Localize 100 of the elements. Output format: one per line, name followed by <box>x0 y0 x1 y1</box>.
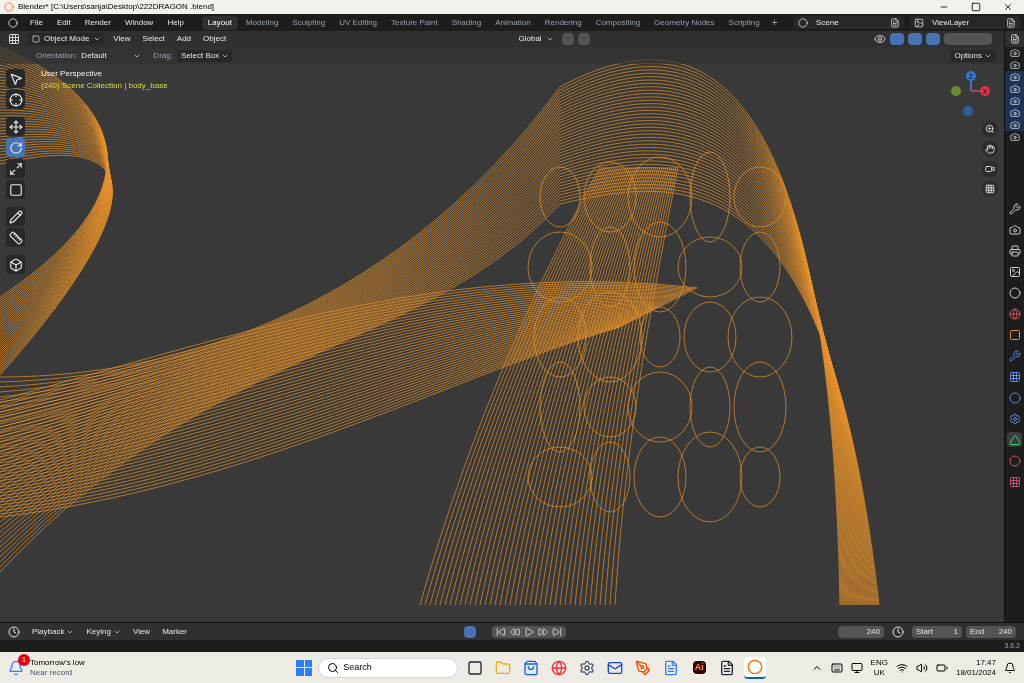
menu-item[interactable]: Window <box>118 16 160 29</box>
notification-badge: 1 <box>18 653 30 666</box>
wifi-icon[interactable] <box>895 661 908 674</box>
chevron-down-icon <box>93 35 102 43</box>
menu-item[interactable]: Edit <box>50 16 77 29</box>
mode-dropdown[interactable]: Object Mode <box>28 33 106 45</box>
jump-start-icon[interactable] <box>495 626 506 637</box>
clock-date[interactable]: 18/01/2024 <box>955 667 996 678</box>
properties-tab[interactable] <box>1007 285 1022 300</box>
language-label[interactable]: ENG <box>870 657 888 668</box>
fast-forward-icon[interactable] <box>537 626 548 637</box>
timeline-menu-item[interactable]: Marker <box>158 625 192 638</box>
tool-button[interactable] <box>6 180 25 199</box>
drag-label: Drag: <box>153 49 173 62</box>
workspace-tab[interactable]: Shading <box>445 15 488 30</box>
orientation-dropdown[interactable]: Default <box>81 49 142 62</box>
clock-time[interactable]: 17:47 <box>975 657 996 668</box>
battery-icon[interactable] <box>935 661 948 674</box>
tool-button[interactable] <box>6 207 25 226</box>
record-icon[interactable] <box>463 625 476 638</box>
tool-button[interactable] <box>6 117 25 136</box>
rotate-icon <box>8 140 23 155</box>
zoom-button[interactable] <box>982 121 998 137</box>
volume-icon[interactable] <box>915 661 928 674</box>
add-workspace-button[interactable]: + <box>767 15 782 30</box>
visibility-icon[interactable] <box>874 33 886 45</box>
properties-tab[interactable] <box>1007 327 1022 342</box>
header-menu-item[interactable]: Add <box>172 33 196 45</box>
menu-item[interactable]: Help <box>161 16 190 29</box>
tool-button[interactable] <box>6 159 25 178</box>
tool-button[interactable] <box>6 69 25 88</box>
properties-tab[interactable] <box>1007 432 1022 447</box>
new-scene-icon[interactable] <box>890 17 900 28</box>
taskbar-search-field[interactable]: Search <box>318 657 459 678</box>
end-frame-field[interactable]: End 240 <box>966 625 1016 638</box>
tool-button[interactable] <box>6 90 25 109</box>
taskbar-app-button[interactable] <box>744 656 767 679</box>
wrench-icon <box>1008 349 1021 362</box>
timeline-menu-item[interactable]: View <box>128 625 155 638</box>
circle-icon <box>1008 391 1021 404</box>
move-arrows-icon <box>8 119 23 134</box>
keyboard-icon[interactable] <box>830 661 843 674</box>
properties-tab[interactable] <box>1007 201 1022 216</box>
tool-button[interactable] <box>6 255 25 274</box>
camera-icon <box>1009 120 1020 130</box>
grid-icon <box>1008 475 1021 488</box>
display-icon[interactable] <box>850 661 863 674</box>
new-layer-icon[interactable] <box>1006 17 1016 28</box>
properties-tab[interactable] <box>1007 369 1022 384</box>
notifications-icon[interactable] <box>1004 661 1016 674</box>
options-dropdown[interactable]: Options <box>950 49 996 62</box>
menu-item[interactable]: Render <box>78 16 117 29</box>
transform-orientation-dropdown[interactable]: Global <box>514 33 558 45</box>
view-layer-icon <box>914 17 924 28</box>
workspace-tab[interactable]: Rendering <box>538 15 588 30</box>
workspace-tab[interactable]: Texture Paint <box>385 15 444 30</box>
camera-view-button[interactable] <box>982 161 998 177</box>
properties-tab[interactable] <box>1007 264 1022 279</box>
wrench-icon <box>1008 202 1021 215</box>
properties-tab[interactable] <box>1007 243 1022 258</box>
drag-dropdown[interactable]: Select Box <box>176 49 234 62</box>
workspace-tab[interactable]: UV Editing <box>333 15 384 30</box>
scale-arrows-icon <box>8 161 23 176</box>
scene-field[interactable]: Scene <box>794 16 904 29</box>
perspective-button[interactable] <box>982 181 998 197</box>
outliner-row[interactable] <box>1005 71 1024 83</box>
outliner-row[interactable] <box>1005 107 1024 119</box>
workspace-tab[interactable]: Compositing <box>589 15 647 30</box>
timeline-menu-item[interactable]: Playback <box>28 625 79 638</box>
outliner-row[interactable] <box>1005 83 1024 95</box>
current-frame-field[interactable]: 240 <box>838 625 884 638</box>
document-icon <box>663 659 680 676</box>
menu-item[interactable]: File <box>24 16 49 29</box>
outliner-row[interactable] <box>1005 95 1024 107</box>
workspace-tab[interactable]: Geometry Nodes <box>648 15 721 30</box>
start-menu-icon[interactable] <box>296 659 313 676</box>
workspace-tab[interactable]: Scripting <box>722 15 766 30</box>
workspace-tab[interactable]: Animation <box>489 15 537 30</box>
header-menu-item[interactable]: Select <box>138 33 169 45</box>
header-menu-item[interactable]: Object <box>199 33 231 45</box>
circle-icon <box>1008 454 1021 467</box>
region-label[interactable]: UK <box>873 667 885 678</box>
workspace-tab[interactable]: Modeling <box>239 15 285 30</box>
properties-tab[interactable] <box>1007 222 1022 237</box>
timeline-menu-item[interactable]: Keying <box>82 625 125 638</box>
outliner-row[interactable] <box>1005 119 1024 131</box>
header-menu-item[interactable]: View <box>109 33 135 45</box>
workspace-tab[interactable]: Layout <box>201 15 238 30</box>
maximize-icon <box>971 2 981 12</box>
workspace-tab[interactable]: Sculpting <box>286 15 332 30</box>
pan-button[interactable] <box>982 141 998 157</box>
tool-button[interactable] <box>6 228 25 247</box>
rewind-icon[interactable] <box>509 626 520 637</box>
view-layer-field[interactable]: ViewLayer <box>910 16 1020 29</box>
stopwatch-icon[interactable] <box>892 625 904 638</box>
taskbar-app-button[interactable]: Ai <box>688 656 711 679</box>
play-icon[interactable] <box>523 626 534 637</box>
start-frame-field[interactable]: Start 1 <box>912 625 962 638</box>
globe-icon <box>551 659 568 676</box>
jump-end-icon[interactable] <box>551 626 562 637</box>
